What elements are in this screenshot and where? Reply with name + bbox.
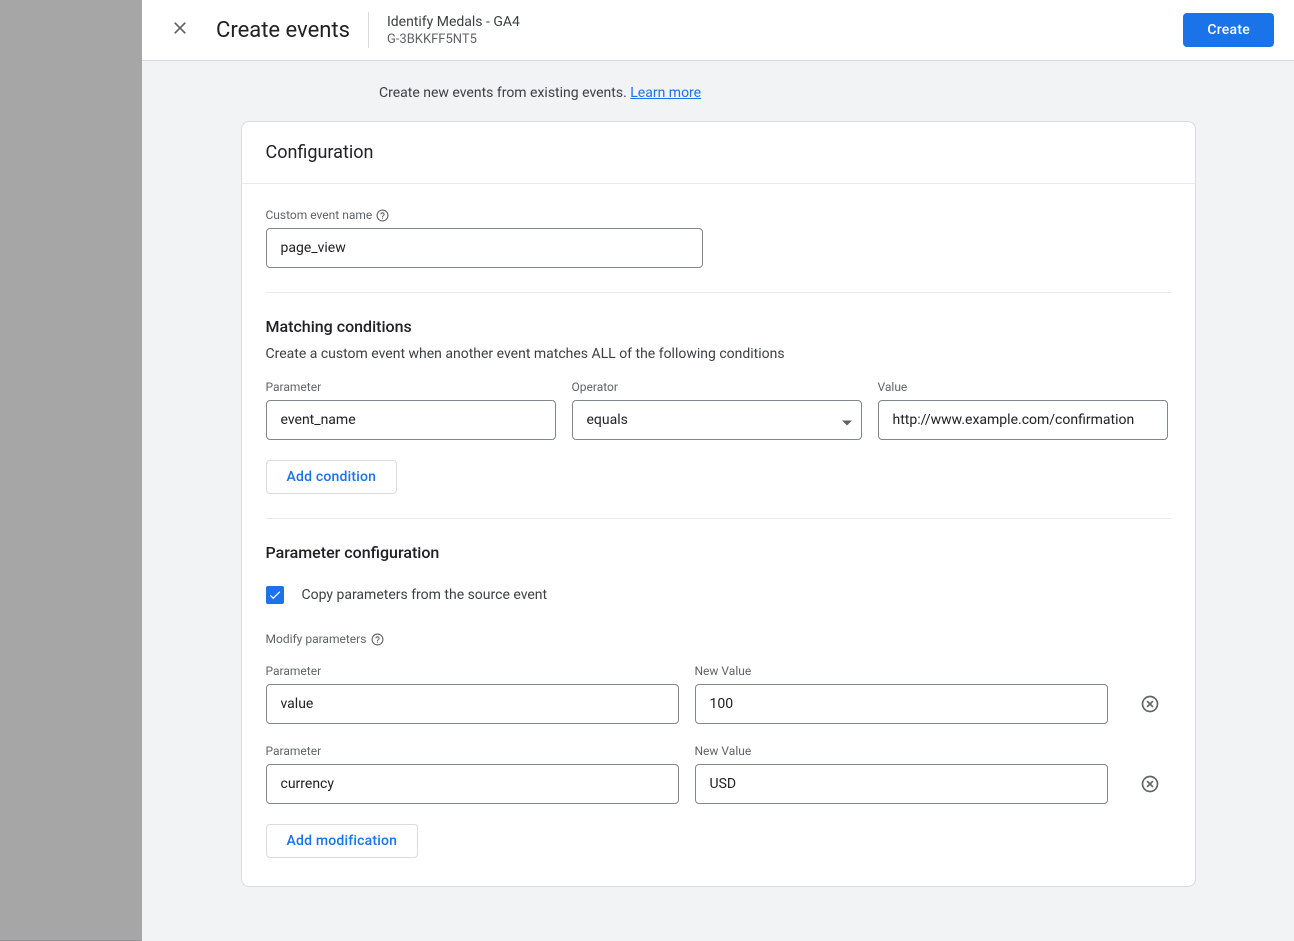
- copy-parameters-label: Copy parameters from the source event: [302, 587, 548, 603]
- new-value-label: New Value: [695, 664, 1108, 678]
- parameter-label: Parameter: [266, 380, 556, 394]
- property-id: G-3BKKFF5NT5: [387, 32, 520, 47]
- matching-conditions-desc: Create a custom event when another event…: [266, 346, 1171, 362]
- remove-row-button[interactable]: [1138, 684, 1162, 724]
- divider: [368, 12, 369, 48]
- card-content: Custom event name Matching conditions Cr…: [242, 184, 1195, 886]
- help-icon[interactable]: [376, 209, 389, 222]
- create-events-panel: Create events Identify Medals - GA4 G-3B…: [142, 0, 1294, 941]
- modify-parameter-row: Parameter New Value: [266, 744, 1171, 804]
- condition-parameter-col: Parameter: [266, 380, 556, 440]
- parameter-label: Parameter: [266, 664, 679, 678]
- intro-text-content: Create new events from existing events.: [379, 85, 630, 101]
- divider: [266, 518, 1171, 519]
- card-title: Configuration: [266, 142, 1171, 163]
- copy-parameters-checkbox[interactable]: [266, 586, 284, 604]
- operator-select-value[interactable]: [572, 400, 862, 440]
- new-value-label: New Value: [695, 744, 1108, 758]
- copy-parameters-row: Copy parameters from the source event: [266, 586, 1171, 604]
- panel-body: Create new events from existing events. …: [142, 61, 1294, 941]
- learn-more-link[interactable]: Learn more: [630, 85, 701, 101]
- add-modification-button[interactable]: Add modification: [266, 824, 419, 858]
- intro-text: Create new events from existing events. …: [142, 61, 1294, 121]
- new-value-col: New Value: [695, 664, 1108, 724]
- parameter-col: Parameter: [266, 664, 679, 724]
- card-header: Configuration: [242, 122, 1195, 184]
- new-value-input[interactable]: [695, 764, 1108, 804]
- panel-title: Create events: [216, 18, 350, 43]
- new-value-input[interactable]: [695, 684, 1108, 724]
- condition-row: Parameter Operator Value: [266, 380, 1171, 440]
- operator-select[interactable]: [572, 400, 862, 440]
- remove-row-button[interactable]: [1138, 764, 1162, 804]
- divider: [266, 292, 1171, 293]
- parameter-config-title: Parameter configuration: [266, 543, 1171, 562]
- matching-conditions-title: Matching conditions: [266, 317, 1171, 336]
- parameter-input[interactable]: [266, 764, 679, 804]
- condition-value-col: Value: [878, 380, 1168, 440]
- property-info: Identify Medals - GA4 G-3BKKFF5NT5: [387, 14, 520, 47]
- custom-event-label: Custom event name: [266, 208, 1171, 222]
- condition-parameter-input[interactable]: [266, 400, 556, 440]
- modify-parameters-label: Modify parameters: [266, 632, 1171, 646]
- parameter-label: Parameter: [266, 744, 679, 758]
- panel-header: Create events Identify Medals - GA4 G-3B…: [142, 0, 1294, 61]
- modify-parameter-row: Parameter New Value: [266, 664, 1171, 724]
- new-value-col: New Value: [695, 744, 1108, 804]
- value-label: Value: [878, 380, 1168, 394]
- operator-label: Operator: [572, 380, 862, 394]
- modify-parameters-label-text: Modify parameters: [266, 632, 367, 646]
- condition-operator-col: Operator: [572, 380, 862, 440]
- property-name: Identify Medals - GA4: [387, 14, 520, 30]
- configuration-card: Configuration Custom event name Matching…: [241, 121, 1196, 887]
- help-icon[interactable]: [371, 633, 384, 646]
- create-button[interactable]: Create: [1183, 13, 1274, 47]
- parameter-col: Parameter: [266, 744, 679, 804]
- parameter-input[interactable]: [266, 684, 679, 724]
- close-icon[interactable]: [170, 18, 194, 42]
- bg-overlay: [0, 0, 142, 941]
- custom-event-label-text: Custom event name: [266, 208, 373, 222]
- condition-value-input[interactable]: [878, 400, 1168, 440]
- add-condition-button[interactable]: Add condition: [266, 460, 398, 494]
- custom-event-name-input[interactable]: [266, 228, 703, 268]
